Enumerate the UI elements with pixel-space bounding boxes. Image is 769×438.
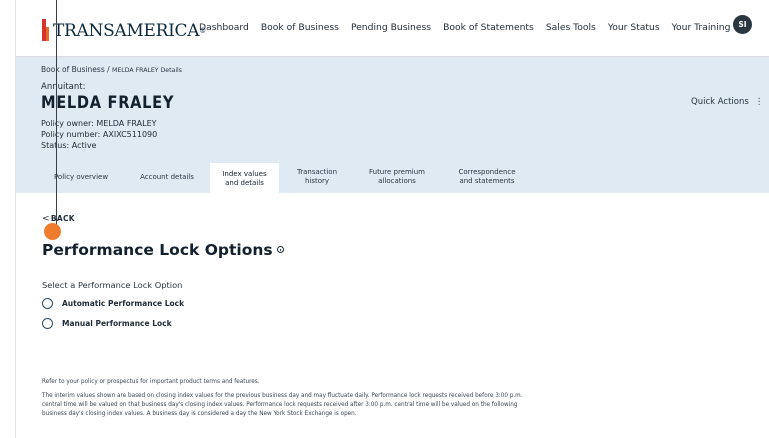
annuitant-name: MELDA FRALEY [41,93,175,113]
option-label: Manual Performance Lock [62,319,172,328]
policy-number: Policy number: AXIXC511090 [41,130,158,139]
select-option-label: Select a Performance Lock Option [42,280,183,290]
nav-dashboard[interactable]: Dashboard [199,22,249,33]
breadcrumb-current: MELDA FRALEY Details [112,67,182,74]
nav-sales-tools[interactable]: Sales Tools [546,22,596,33]
policy-header: Book of Business / MELDA FRALEY Details … [16,57,769,194]
tab-correspondence-and-statements[interactable]: Correspondence and statements [441,161,533,193]
top-navigation: TRANSAMERICA® Dashboard Book of Business… [16,0,769,57]
breadcrumb-book-of-business[interactable]: Book of Business [41,65,105,74]
nav-your-status[interactable]: Your Status [608,22,660,33]
callout-marker [44,223,61,240]
nav-your-training[interactable]: Your Training [672,22,731,33]
disclaimer-interim-values: The interim values shown are based on cl… [42,393,523,417]
info-icon[interactable] [276,246,284,253]
tab-transaction-history[interactable]: Transaction history [282,161,352,193]
back-label: BACK [50,214,75,223]
breadcrumb-separator: / [104,65,113,74]
nav-book-of-business[interactable]: Book of Business [261,22,339,33]
page: TRANSAMERICA® Dashboard Book of Business… [15,0,769,438]
tab-policy-overview[interactable]: Policy overview [41,161,121,193]
kebab-menu-icon: ⋮ [754,97,764,107]
policy-status: Status: Active [41,141,97,150]
user-avatar[interactable]: SI [733,15,752,34]
quick-actions-button[interactable]: Quick Actions ⋮ [691,97,763,107]
policy-tabs: Policy overview Account details Index va… [16,161,769,194]
annuitant-label: Annuitant: [41,82,86,92]
nav-book-of-statements[interactable]: Book of Statements [443,22,534,33]
policy-owner: Policy owner: MELDA FRALEY [41,119,157,128]
page-title-text: Performance Lock Options [42,241,273,259]
option-label: Automatic Performance Lock [62,299,185,308]
radio-manual[interactable] [42,318,53,329]
tab-future-premium-allocations[interactable]: Future premium allocations [356,161,438,193]
option-automatic-performance-lock[interactable]: Automatic Performance Lock [42,298,184,309]
option-manual-performance-lock[interactable]: Manual Performance Lock [42,318,172,329]
disclaimer-terms: Refer to your policy or prospectus for i… [42,379,260,385]
main-nav: Dashboard Book of Business Pending Busin… [199,22,742,33]
quick-actions-label: Quick Actions [691,97,749,107]
radio-automatic[interactable] [42,298,53,309]
callout-line [56,0,57,229]
breadcrumb: Book of Business / MELDA FRALEY Details [41,65,182,74]
logo-text: TRANSAMERICA® [53,21,206,41]
tab-account-details[interactable]: Account details [126,161,208,193]
nav-pending-business[interactable]: Pending Business [351,22,431,33]
transamerica-logo[interactable]: TRANSAMERICA® [42,17,206,41]
back-link[interactable]: <BACK [42,214,75,224]
logo-pyramid-icon [42,19,52,41]
page-title: Performance Lock Options [42,241,284,259]
tab-index-values-and-details[interactable]: Index values and details [210,163,279,194]
